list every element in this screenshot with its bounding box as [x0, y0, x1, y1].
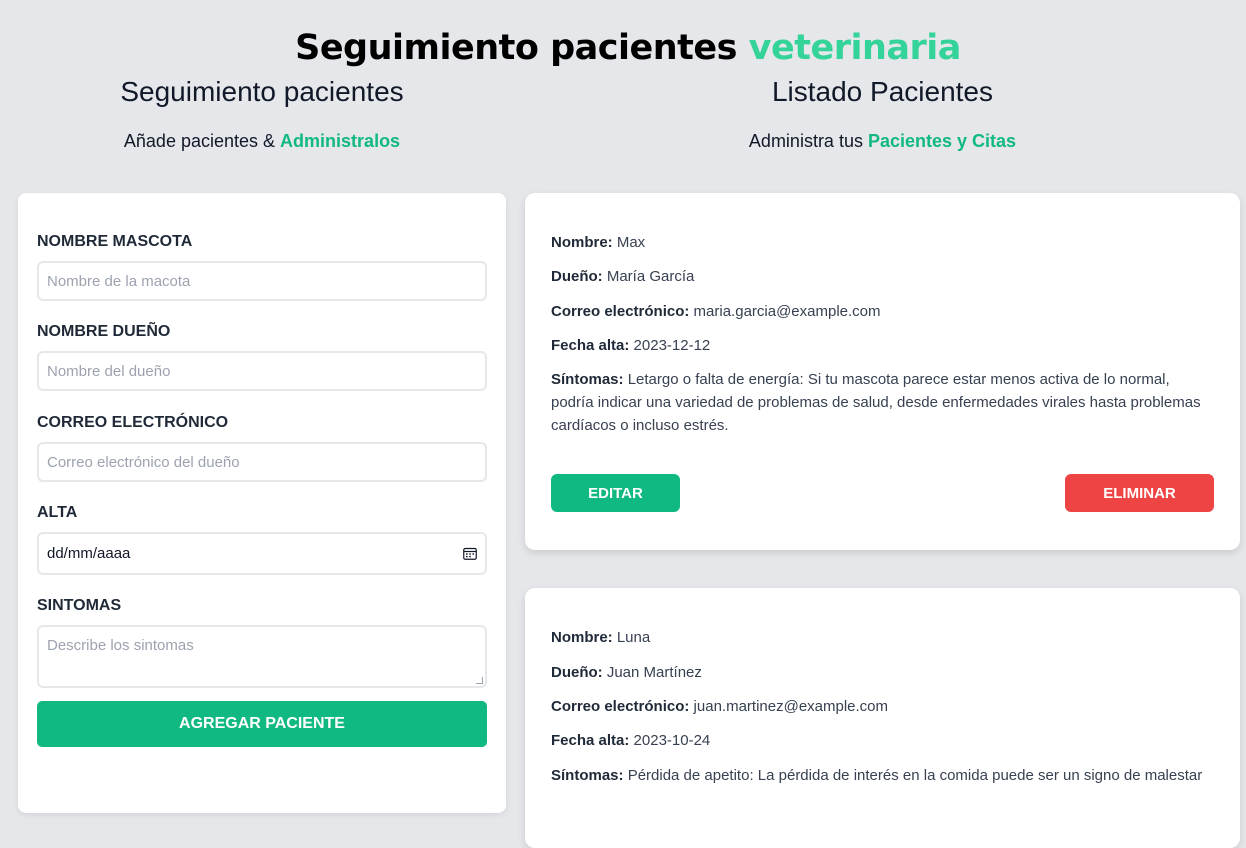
owner-label: Dueño: — [551, 268, 603, 285]
patient-name: Luna — [616, 629, 651, 646]
pet-name-label: NOMBRE MASCOTA — [37, 233, 193, 250]
form-section-subtitle: Añade pacientes & Administralos — [18, 131, 506, 152]
calendar-icon[interactable] — [463, 547, 477, 560]
add-patient-button[interactable]: AGREGAR PACIENTE — [37, 701, 487, 747]
patient-owner-line: Dueño: Juan Martínez — [551, 661, 1216, 684]
patient-owner: María García — [606, 268, 695, 285]
patient-date: 2023-10-24 — [633, 732, 711, 749]
date-value: dd/mm/aaaa — [47, 545, 131, 562]
symptoms-textarea[interactable]: Describe los sintomas — [37, 625, 487, 688]
page-title: Seguimiento pacientes veterinaria — [0, 28, 1246, 68]
owner-name-label: NOMBRE DUEÑO — [37, 323, 171, 340]
patient-date-line: Fecha alta: 2023-10-24 — [551, 729, 1216, 752]
patient-symptoms-line: Síntomas: Pérdida de apetito: La pérdida… — [551, 764, 1216, 787]
symptoms-placeholder: Describe los sintomas — [47, 637, 194, 654]
owner-name-input[interactable]: Nombre del dueño — [37, 351, 487, 391]
owner-label: Dueño: — [551, 664, 603, 681]
name-label: Nombre: — [551, 234, 613, 251]
patient-name-line: Nombre: Luna — [551, 626, 1216, 649]
pet-name-placeholder: Nombre de la macota — [47, 272, 191, 290]
email-label: Correo electrónico: — [551, 698, 690, 715]
form-subtitle-accent: Administralos — [280, 131, 401, 151]
patient-owner: Juan Martínez — [606, 664, 702, 681]
symptoms-label: Síntomas: — [551, 767, 624, 784]
pet-name-input[interactable]: Nombre de la macota — [37, 261, 487, 301]
email-input[interactable]: Correo electrónico del dueño — [37, 442, 487, 482]
list-section-subtitle: Administra tus Pacientes y Citas — [525, 131, 1240, 152]
resize-handle-icon[interactable] — [476, 677, 483, 684]
patient-symptoms-line: Síntomas: Letargo o falta de energía: Si… — [551, 368, 1216, 437]
email-label: CORREO ELECTRÓNICO — [37, 414, 229, 431]
symptoms-label: SINTOMAS — [37, 597, 122, 614]
patient-email: juan.martinez@example.com — [693, 698, 889, 715]
date-label: Fecha alta: — [551, 337, 630, 354]
patient-date: 2023-12-12 — [633, 337, 711, 354]
list-subtitle-accent: Pacientes y Citas — [867, 131, 1017, 151]
date-label: ALTA — [37, 504, 78, 521]
page-title-main: Seguimiento pacientes — [295, 28, 737, 68]
patient-owner-line: Dueño: María García — [551, 265, 1216, 288]
patient-form: NOMBRE MASCOTA Nombre de la macota NOMBR… — [18, 193, 506, 813]
patient-symptoms: Pérdida de apetito: La pérdida de interé… — [627, 767, 1203, 784]
patient-name-line: Nombre: Max — [551, 231, 1216, 254]
patient-name: Max — [616, 234, 646, 251]
owner-name-placeholder: Nombre del dueño — [47, 362, 171, 380]
email-placeholder: Correo electrónico del dueño — [47, 453, 240, 471]
delete-button[interactable]: ELIMINAR — [1065, 474, 1214, 512]
patient-email: maria.garcia@example.com — [693, 303, 881, 320]
email-label: Correo electrónico: — [551, 303, 690, 320]
page-title-accent: veterinaria — [748, 28, 962, 68]
patient-symptoms: Letargo o falta de energía: Si tu mascot… — [551, 371, 1201, 434]
edit-button[interactable]: EDITAR — [551, 474, 680, 512]
list-section-title: Listado Pacientes — [771, 76, 994, 107]
patient-card: Nombre: Luna Dueño: Juan Martínez Correo… — [525, 588, 1240, 848]
date-input[interactable]: dd/mm/aaaa — [37, 532, 487, 575]
patient-card: Nombre: Max Dueño: María García Correo e… — [525, 193, 1240, 550]
list-subtitle-prefix: Administra tus — [748, 131, 863, 151]
date-label: Fecha alta: — [551, 732, 630, 749]
symptoms-label: Síntomas: — [551, 371, 624, 388]
name-label: Nombre: — [551, 629, 613, 646]
patient-email-line: Correo electrónico: maria.garcia@example… — [551, 300, 1216, 323]
patient-date-line: Fecha alta: 2023-12-12 — [551, 334, 1216, 357]
patient-email-line: Correo electrónico: juan.martinez@exampl… — [551, 695, 1216, 718]
form-subtitle-prefix: Añade pacientes & — [123, 131, 276, 151]
form-section-title: Seguimiento pacientes — [120, 76, 404, 107]
